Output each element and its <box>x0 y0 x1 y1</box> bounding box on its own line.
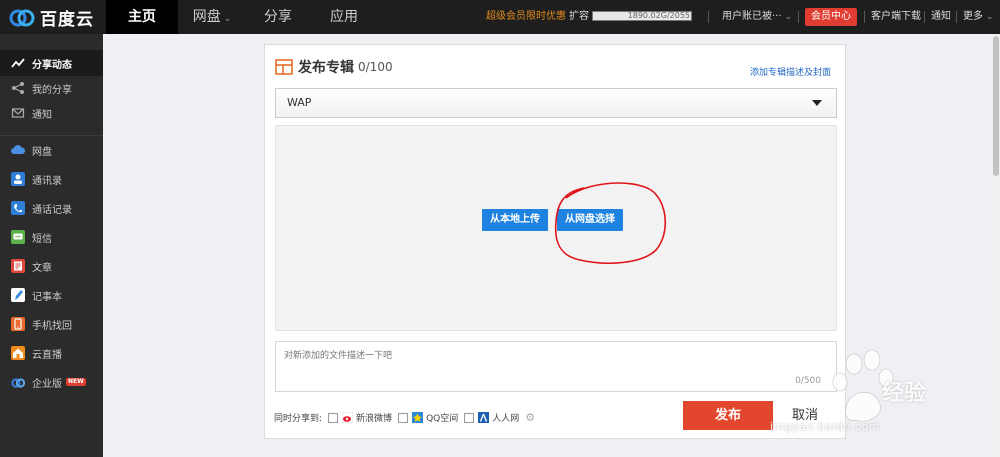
divider <box>956 11 957 23</box>
user-menu[interactable]: 用户账已被··· ⌄ <box>722 0 792 34</box>
notepad-icon <box>10 287 26 303</box>
mail-icon <box>10 105 26 121</box>
sidebar: 分享动态 我的分享 通知 网盘 通讯录 通话记录 短信 文章 记事本 手机找回 … <box>0 34 103 457</box>
quota-expand-link[interactable]: 扩容 <box>569 0 589 34</box>
sidebar-item-netdisk[interactable]: 网盘 <box>0 137 103 163</box>
panel-title: 发布专辑 0/100 <box>275 57 393 77</box>
live-icon <box>10 345 26 361</box>
sidebar-item-activity[interactable]: 分享动态 <box>0 50 103 76</box>
description-box <box>275 341 837 392</box>
more-menu[interactable]: 更多 ⌄ <box>963 0 994 34</box>
client-download-link[interactable]: 客户端下载 <box>871 0 921 34</box>
brand-name: 百度云 <box>40 9 94 30</box>
sidebar-item-notify[interactable]: 通知 <box>0 100 103 126</box>
sidebar-item-live[interactable]: 云直播 <box>0 340 103 366</box>
char-counter: 0/500 <box>795 376 821 386</box>
divider <box>864 11 865 23</box>
share-to-label: 同时分享到: <box>274 414 323 424</box>
qzone-checkbox[interactable] <box>398 412 409 423</box>
renren-checkbox[interactable] <box>464 412 475 423</box>
caret-down-icon <box>812 100 822 106</box>
sidebar-item-label: 记事本 <box>32 291 62 303</box>
add-description-cover-link[interactable]: 添加专辑描述及封面 <box>750 65 831 78</box>
nav-home[interactable]: 主页 <box>106 0 178 34</box>
sidebar-item-phone-find[interactable]: 手机找回 <box>0 311 103 337</box>
sidebar-item-call-log[interactable]: 通话记录 <box>0 195 103 221</box>
promo-vip-link[interactable]: 超级会员 <box>486 0 526 34</box>
logo[interactable]: 百度云 <box>8 4 94 30</box>
sidebar-item-label: 短信 <box>32 233 52 245</box>
sidebar-item-label: 云直播 <box>32 349 62 361</box>
sidebar-divider <box>0 135 103 136</box>
upload-area: 从本地上传 从网盘选择 <box>275 125 837 331</box>
share-icon <box>10 80 26 96</box>
new-badge: NEW <box>66 378 86 386</box>
enterprise-icon <box>10 374 26 390</box>
sidebar-item-contacts[interactable]: 通讯录 <box>0 166 103 192</box>
notify-link[interactable]: 通知 <box>931 0 951 34</box>
chevron-down-icon: ⌄ <box>784 12 793 22</box>
scrollbar-thumb[interactable] <box>993 36 999 176</box>
sidebar-item-label: 文章 <box>32 262 52 274</box>
share-target-label: 新浪微博 <box>356 414 393 424</box>
nav-apps[interactable]: 应用 <box>312 0 376 34</box>
sidebar-item-label: 我的分享 <box>32 84 72 96</box>
share-target-label: QQ空间 <box>426 414 459 424</box>
watermark-url: jingyan.baidu.com <box>770 420 881 433</box>
divider <box>924 11 925 23</box>
sidebar-item-article[interactable]: 文章 <box>0 253 103 279</box>
call-log-icon <box>10 200 26 216</box>
qzone-icon <box>412 412 424 423</box>
article-icon <box>10 258 26 274</box>
sidebar-item-label: 通话记录 <box>32 204 72 216</box>
sidebar-item-label: 通知 <box>32 109 52 121</box>
red-annotation-circle <box>554 182 667 264</box>
sms-icon <box>10 229 26 245</box>
sidebar-item-enterprise[interactable]: 企业版 NEW <box>0 369 103 395</box>
top-bar: 百度云 主页 网盘 ⌄ 分享 应用 超级会员 限时优惠 扩容 1890.02G/2… <box>0 0 1000 34</box>
page-scrollbar[interactable] <box>992 34 1000 457</box>
divider <box>798 11 799 23</box>
vip-center-button[interactable]: 会员中心 <box>805 8 857 26</box>
sidebar-item-notepad[interactable]: 记事本 <box>0 282 103 308</box>
weibo-icon <box>341 411 354 424</box>
album-count: 0/100 <box>358 60 393 74</box>
sidebar-item-label: 网盘 <box>32 146 52 158</box>
sidebar-item-label: 手机找回 <box>32 320 72 332</box>
nav-share[interactable]: 分享 <box>246 0 310 34</box>
sidebar-item-label: 通讯录 <box>32 175 62 187</box>
weibo-checkbox[interactable] <box>328 412 339 423</box>
divider <box>708 11 709 23</box>
sidebar-item-label: 分享动态 <box>32 59 72 71</box>
gear-icon[interactable]: ⚙ <box>525 411 535 424</box>
contacts-icon <box>10 171 26 187</box>
cloud-icon <box>10 142 26 158</box>
chevron-down-icon: ⌄ <box>986 12 994 22</box>
sidebar-item-label: 企业版 <box>32 378 62 390</box>
select-value: WAP <box>287 96 312 109</box>
panel-title-text: 发布专辑 <box>298 60 354 76</box>
share-target-label: 人人网 <box>492 414 520 424</box>
quota-text: 1890.02G/2055 <box>627 11 690 20</box>
publish-album-panel: 发布专辑 0/100 添加专辑描述及封面 WAP 从本地上传 从网盘选择 0/5… <box>264 44 846 439</box>
sidebar-item-sms[interactable]: 短信 <box>0 224 103 250</box>
share-to-row: 同时分享到: 新浪微博 QQ空间 人人网 ⚙ <box>274 411 535 424</box>
sidebar-item-my-share[interactable]: 我的分享 <box>0 75 103 101</box>
phone-find-icon <box>10 316 26 332</box>
upload-local-button[interactable]: 从本地上传 <box>482 209 548 231</box>
activity-icon <box>10 55 26 71</box>
description-input[interactable] <box>276 342 836 391</box>
baidu-cloud-logo-icon <box>9 9 35 27</box>
album-type-select[interactable]: WAP <box>275 88 837 118</box>
nav-netdisk[interactable]: 网盘 ⌄ <box>180 0 244 34</box>
promo-offer-link[interactable]: 限时优惠 <box>526 0 566 34</box>
publish-button[interactable]: 发布 <box>683 401 773 430</box>
chevron-down-icon: ⌄ <box>223 14 232 24</box>
album-icon <box>275 59 293 75</box>
renren-icon <box>478 412 490 423</box>
watermark-brand: 经验 <box>882 381 927 406</box>
